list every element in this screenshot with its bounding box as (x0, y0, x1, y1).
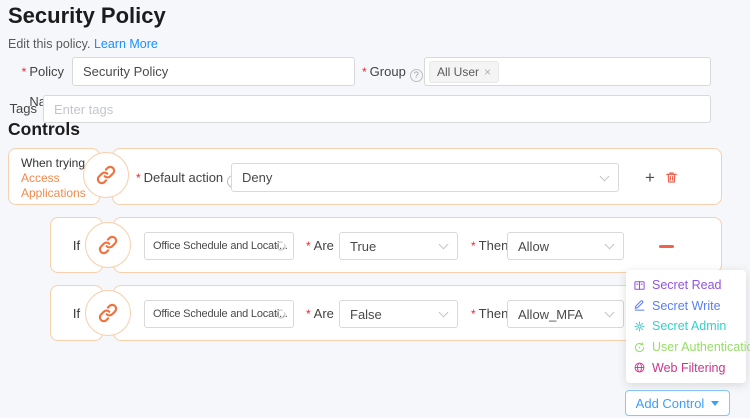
add-control-menu: Secret Read Secret Write Secret Admin Us… (626, 270, 750, 383)
then-label: * Then (471, 306, 509, 321)
sync-icon[interactable] (275, 240, 287, 252)
then-value: Allow (518, 238, 550, 254)
condition-value: Office Schedule and Locati... (153, 308, 288, 320)
are-select[interactable]: False (339, 300, 458, 328)
menu-item-label: Web Filtering (652, 360, 726, 375)
chain-link-icon (97, 302, 119, 324)
then-value: Allow_MFA (518, 306, 584, 322)
chevron-down-icon (438, 307, 449, 318)
gear-icon (633, 320, 646, 333)
menu-item-label: Secret Read (652, 278, 722, 293)
menu-item-label: Secret Admin (652, 319, 727, 334)
group-input[interactable]: All User × (424, 57, 711, 86)
add-control-button[interactable]: Add Control (625, 390, 730, 416)
menu-item-secret-write[interactable]: Secret Write (626, 296, 746, 317)
link-circle (85, 290, 131, 336)
chevron-down-icon (604, 239, 615, 250)
are-label: * Are (306, 306, 334, 321)
condition-value: Office Schedule and Locati... (153, 240, 288, 252)
menu-item-secret-admin[interactable]: Secret Admin (626, 316, 746, 337)
remove-rule-icon[interactable] (659, 245, 674, 248)
default-action-value: Deny (242, 170, 273, 185)
menu-item-label: User Authentication (652, 340, 750, 355)
page-title: Security Policy (8, 3, 166, 28)
add-rule-button[interactable]: + (645, 149, 655, 206)
required-marker: * (471, 307, 476, 321)
required-marker: * (306, 307, 311, 321)
caret-down-icon (711, 400, 720, 406)
required-marker: * (471, 239, 476, 253)
edit-icon (633, 299, 646, 312)
required-marker: * (21, 65, 27, 79)
chain-link-icon (95, 164, 117, 186)
chevron-down-icon (438, 239, 449, 250)
chevron-down-icon (599, 171, 610, 181)
required-marker: * (136, 171, 141, 185)
learn-more-link[interactable]: Learn More (94, 37, 158, 51)
login-icon (633, 341, 646, 354)
group-tag: All User × (429, 60, 500, 83)
link-circle (83, 152, 129, 198)
if-label: If (72, 305, 81, 321)
menu-item-user-authentication[interactable]: User Authentication (626, 337, 750, 358)
chain-link-icon (97, 234, 119, 256)
trigger-main-box: *Default action? Deny + (112, 148, 722, 205)
if-label: If (72, 237, 81, 253)
then-select[interactable]: Allow_MFA (507, 300, 624, 328)
then-select[interactable]: Allow (507, 232, 624, 260)
subtitle-text: Edit this policy. (8, 37, 91, 51)
menu-item-label: Secret Write (652, 298, 721, 313)
tags-input[interactable] (43, 95, 711, 123)
condition-select[interactable]: Office Schedule and Locati... (144, 232, 294, 260)
delete-control-icon[interactable] (664, 170, 679, 185)
menu-item-web-filtering[interactable]: Web Filtering (626, 357, 746, 378)
question-circle-icon[interactable]: ? (409, 69, 423, 82)
required-marker: * (362, 65, 367, 79)
link-circle (85, 222, 131, 268)
group-label: * Group? (362, 57, 423, 87)
are-label: * Are (306, 238, 334, 253)
default-action-label: *Default action? (136, 149, 241, 207)
sync-icon[interactable] (275, 308, 287, 320)
add-control-label: Add Control (635, 395, 705, 411)
policy-name-input[interactable] (72, 57, 355, 86)
are-value: True (350, 238, 377, 254)
page-subtitle: Edit this policy. Learn More (8, 37, 158, 51)
default-action-select[interactable]: Deny (231, 163, 619, 192)
read-icon (633, 279, 646, 292)
then-label: * Then (471, 238, 509, 253)
condition-select[interactable]: Office Schedule and Locati... (144, 300, 294, 328)
chevron-down-icon (604, 307, 615, 318)
web-icon (633, 361, 646, 374)
menu-item-secret-read[interactable]: Secret Read (626, 275, 746, 296)
rule-main-box: Office Schedule and Locati... * Are True … (113, 217, 722, 273)
tag-remove-icon[interactable]: × (484, 66, 491, 78)
are-value: False (350, 306, 382, 322)
are-select[interactable]: True (339, 232, 458, 260)
required-marker: * (306, 239, 311, 253)
group-tag-label: All User (437, 64, 480, 79)
controls-heading: Controls (8, 119, 80, 139)
